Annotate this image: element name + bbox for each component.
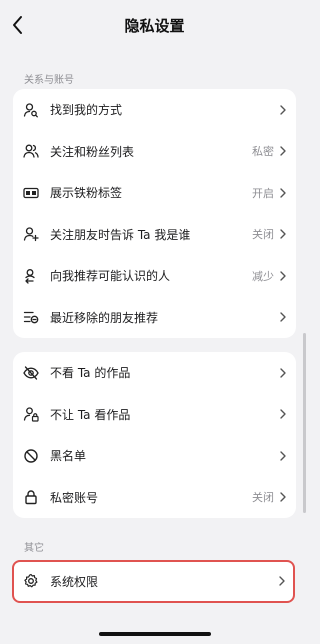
row-label: 向我推荐可能认识的人 <box>50 269 171 284</box>
row-value: 关闭 <box>252 491 274 505</box>
chevron-right-icon <box>280 271 286 281</box>
row-label: 最近移除的朋友推荐 <box>50 310 159 325</box>
row-removed-recommendations[interactable]: 最近移除的朋友推荐 <box>13 297 296 339</box>
person-add-icon <box>23 226 39 242</box>
section-title-other: 其它 <box>24 543 44 554</box>
row-value: 私密 <box>252 145 274 159</box>
chevron-right-icon <box>280 188 286 198</box>
chevron-right-icon <box>280 492 286 502</box>
row-private-account[interactable]: 私密账号 关闭 <box>13 477 296 519</box>
system-permissions-highlight: 系统权限 <box>12 560 295 603</box>
row-hide-my-works[interactable]: 不让 Ta 看作品 <box>13 394 296 436</box>
nav-bar: 隐私设置 <box>0 0 309 50</box>
eye-off-icon <box>23 365 39 381</box>
relations-card: 找到我的方式 关注和粉丝列表 私密 展示铁粉标签 开启 关注朋友时告诉 Ta 我… <box>13 89 296 338</box>
chevron-right-icon <box>280 368 286 378</box>
list-remove-icon <box>23 309 39 325</box>
row-value: 开启 <box>252 186 274 200</box>
row-label: 不让 Ta 看作品 <box>50 407 131 422</box>
chevron-right-icon <box>279 576 285 586</box>
section-title-relations: 关系与账号 <box>24 75 74 86</box>
person-recommend-icon <box>23 268 39 284</box>
people-icon <box>23 143 39 159</box>
row-blacklist[interactable]: 黑名单 <box>13 435 296 477</box>
chevron-right-icon <box>280 312 286 322</box>
row-system-permissions[interactable]: 系统权限 <box>14 562 293 600</box>
row-label: 黑名单 <box>50 449 87 464</box>
row-label: 找到我的方式 <box>50 103 123 118</box>
row-label: 私密账号 <box>50 490 99 505</box>
row-follow-fans-list[interactable]: 关注和粉丝列表 私密 <box>13 131 296 173</box>
row-label: 系统权限 <box>50 574 99 589</box>
chevron-right-icon <box>280 409 286 419</box>
home-indicator[interactable] <box>99 632 211 636</box>
chevron-right-icon <box>280 451 286 461</box>
row-find-me[interactable]: 找到我的方式 <box>13 89 296 131</box>
row-tell-when-follow[interactable]: 关注朋友时告诉 Ta 我是谁 关闭 <box>13 214 296 256</box>
row-label: 关注和粉丝列表 <box>50 144 135 159</box>
row-dont-see-their-works[interactable]: 不看 Ta 的作品 <box>13 352 296 394</box>
blocked-icon <box>23 448 39 464</box>
gear-icon <box>23 573 39 589</box>
lock-icon <box>23 489 39 505</box>
person-lock-icon <box>23 406 39 422</box>
content-card: 不看 Ta 的作品 不让 Ta 看作品 黑名单 私密账号 关闭 <box>13 352 296 518</box>
scrollbar[interactable] <box>303 333 306 513</box>
fan-badge-icon <box>23 185 39 201</box>
row-value: 关闭 <box>252 228 274 242</box>
chevron-right-icon <box>280 229 286 239</box>
page-title: 隐私设置 <box>124 17 185 35</box>
chevron-right-icon <box>280 105 286 115</box>
row-recommend-people[interactable]: 向我推荐可能认识的人 减少 <box>13 255 296 297</box>
row-value: 减少 <box>252 269 274 283</box>
row-label: 不看 Ta 的作品 <box>50 366 131 381</box>
person-search-icon <box>23 102 39 118</box>
row-label: 关注朋友时告诉 Ta 我是谁 <box>50 227 191 242</box>
row-label: 展示铁粉标签 <box>50 186 123 201</box>
chevron-right-icon <box>280 146 286 156</box>
row-fan-badge[interactable]: 展示铁粉标签 开启 <box>13 172 296 214</box>
